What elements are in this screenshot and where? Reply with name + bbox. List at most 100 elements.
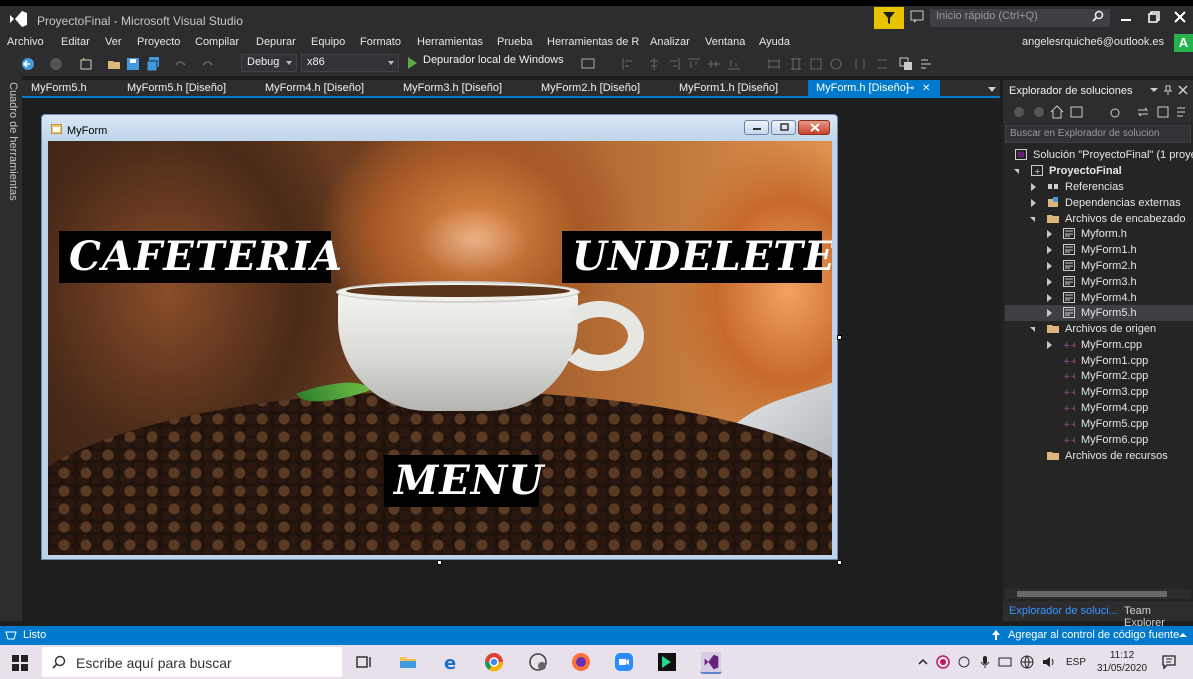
home-icon[interactable] [1049,104,1065,120]
globe-network-icon[interactable] [1020,655,1034,669]
screen-recorder-icon[interactable] [528,652,548,672]
tab-solution-explorer[interactable]: Explorador de soluci... [1009,605,1118,617]
close-tab-icon[interactable]: ✕ [922,83,930,94]
input-language-indicator[interactable]: ESP [1066,657,1086,668]
windows-start-icon[interactable] [12,655,28,671]
menu-editar[interactable]: Editar [61,36,90,48]
open-folder-icon[interactable] [106,56,122,72]
tab-myform-design[interactable]: MyForm.h [Diseño] ⊸ ✕ [808,80,940,98]
menu-equipo[interactable]: Equipo [311,36,345,48]
task-view-icon[interactable] [354,652,374,672]
restore-icon[interactable] [1147,10,1161,24]
menu-formato[interactable]: Formato [360,36,401,48]
solution-config-select[interactable]: Debug [241,54,297,72]
redo-icon[interactable] [200,56,216,72]
tree-item-myform2-h[interactable]: MyForm2.h [1005,258,1193,274]
back-icon[interactable] [1011,104,1027,120]
action-center-icon[interactable] [1161,654,1177,670]
tree-item-myform-h[interactable]: Myform.h [1005,226,1193,242]
feedback-filter-button[interactable] [874,7,904,29]
firefox-browser-icon[interactable] [571,652,591,672]
tree-item-myform3-h[interactable]: MyForm3.h [1005,274,1193,290]
tab-overflow-dropdown-icon[interactable] [988,87,996,92]
display-tray-icon[interactable] [998,655,1012,669]
menu-ver[interactable]: Ver [105,36,122,48]
new-project-icon[interactable] [78,56,94,72]
bring-to-front-icon[interactable] [898,56,914,72]
properties-icon[interactable] [1173,104,1189,120]
add-to-source-control-button[interactable]: Agregar al control de código fuente [1008,629,1179,641]
form-maximize-button[interactable] [771,120,796,135]
tree-item-myform4-h[interactable]: MyForm4.h [1005,290,1193,306]
avatar[interactable]: A [1174,34,1193,52]
tree-item-myform-cpp[interactable]: ++ MyForm.cpp [1005,337,1193,353]
label-cafeteria[interactable]: CAFETERIA [59,231,342,283]
tree-item-myform1-cpp[interactable]: ++ MyForm1.cpp [1005,353,1193,369]
visual-studio-taskbar-icon[interactable] [700,652,722,674]
tree-item-myform1-h[interactable]: MyForm1.h [1005,242,1193,258]
resize-handle-corner[interactable] [837,560,842,565]
pin-icon[interactable]: ⊸ [906,83,914,94]
menu-archivo[interactable]: Archivo [7,36,44,48]
form-designer-window[interactable]: MyForm CAFETERIA UNDELETE MENU [41,114,838,560]
tab-myform3-design[interactable]: MyForm3.h [Diseño] [395,80,510,98]
spacing-horizontal-icon[interactable] [852,56,868,72]
forward-icon[interactable] [1031,104,1047,120]
menu-compilar[interactable]: Compilar [195,36,239,48]
solution-explorer-hscrollbar[interactable] [1005,589,1191,599]
undo-icon[interactable] [172,56,188,72]
volume-icon[interactable] [1041,655,1055,669]
notifications-icon[interactable] [910,10,924,24]
tree-item-myform2-cpp[interactable]: ++ MyForm2.cpp [1005,368,1193,384]
menu-depurar[interactable]: Depurar [256,36,296,48]
scrollbar-thumb[interactable] [1017,591,1167,597]
resize-handle-bottom[interactable] [437,560,442,565]
align-middle-icon[interactable] [706,56,722,72]
tree-item-myform6-cpp[interactable]: ++ MyForm6.cpp [1005,432,1193,448]
tab-order-icon[interactable] [918,56,934,72]
menu-analizar[interactable]: Analizar [650,36,690,48]
tree-item-solution[interactable]: Solución "ProyectoFinal" (1 proye [1005,147,1193,163]
show-hidden-icons-icon[interactable] [916,655,930,669]
tab-myform1-design[interactable]: MyForm1.h [Diseño] [671,80,786,98]
resize-handle-right[interactable] [837,335,842,340]
menu-herramientas-r[interactable]: Herramientas de R [547,36,639,48]
start-debugging-button[interactable]: Depurador local de Windows [405,54,564,72]
menu-proyecto[interactable]: Proyecto [137,36,180,48]
menu-prueba[interactable]: Prueba [497,36,532,48]
size-to-grid-icon[interactable] [828,56,844,72]
align-center-icon[interactable] [646,56,662,72]
microphone-icon[interactable] [978,655,992,669]
quick-launch-input[interactable]: Inicio rápido (Ctrl+Q) [930,9,1110,27]
form-minimize-button[interactable] [744,120,769,135]
align-bottom-icon[interactable] [726,56,742,72]
close-icon[interactable] [1173,10,1187,24]
tree-item-resource-files[interactable]: Archivos de recursos [1005,448,1193,464]
pane-dropdown-icon[interactable] [1149,86,1159,94]
tab-myform5-h[interactable]: MyForm5.h [23,80,95,98]
spacing-vertical-icon[interactable] [874,56,890,72]
tree-item-myform4-cpp[interactable]: ++ MyForm4.cpp [1005,400,1193,416]
tree-item-myform5-h[interactable]: MyForm5.h [1005,305,1193,321]
tab-myform2-design[interactable]: MyForm2.h [Diseño] [533,80,648,98]
edge-browser-icon[interactable]: e [442,652,462,672]
forward-icon[interactable] [48,56,64,72]
account-email[interactable]: angelesrquiche6@outlook.es [1022,36,1164,48]
tree-item-source-files[interactable]: Archivos de origen [1005,321,1193,337]
make-same-width-icon[interactable] [766,56,782,72]
sync-icon[interactable] [1135,104,1151,120]
taskbar-search-input[interactable]: Escribe aquí para buscar [42,647,342,677]
platform-select[interactable]: x86 [301,54,399,72]
form-close-button[interactable] [798,120,830,135]
taskbar-clock[interactable]: 11:12 31/05/2020 [1094,649,1150,675]
pin-icon[interactable] [1163,85,1173,95]
tree-item-project[interactable]: + ProyectoFinal [1005,163,1193,179]
file-explorer-icon[interactable] [398,652,418,672]
menu-herramientas[interactable]: Herramientas [417,36,483,48]
tree-item-external-deps[interactable]: Dependencias externas [1005,195,1193,211]
tree-item-myform3-cpp[interactable]: ++ MyForm3.cpp [1005,384,1193,400]
tab-myform5-design[interactable]: MyForm5.h [Diseño] [119,80,234,98]
collapse-all-icon[interactable] [1155,104,1171,120]
pycharm-app-icon[interactable] [657,652,677,672]
menu-ventana[interactable]: Ventana [705,36,745,48]
